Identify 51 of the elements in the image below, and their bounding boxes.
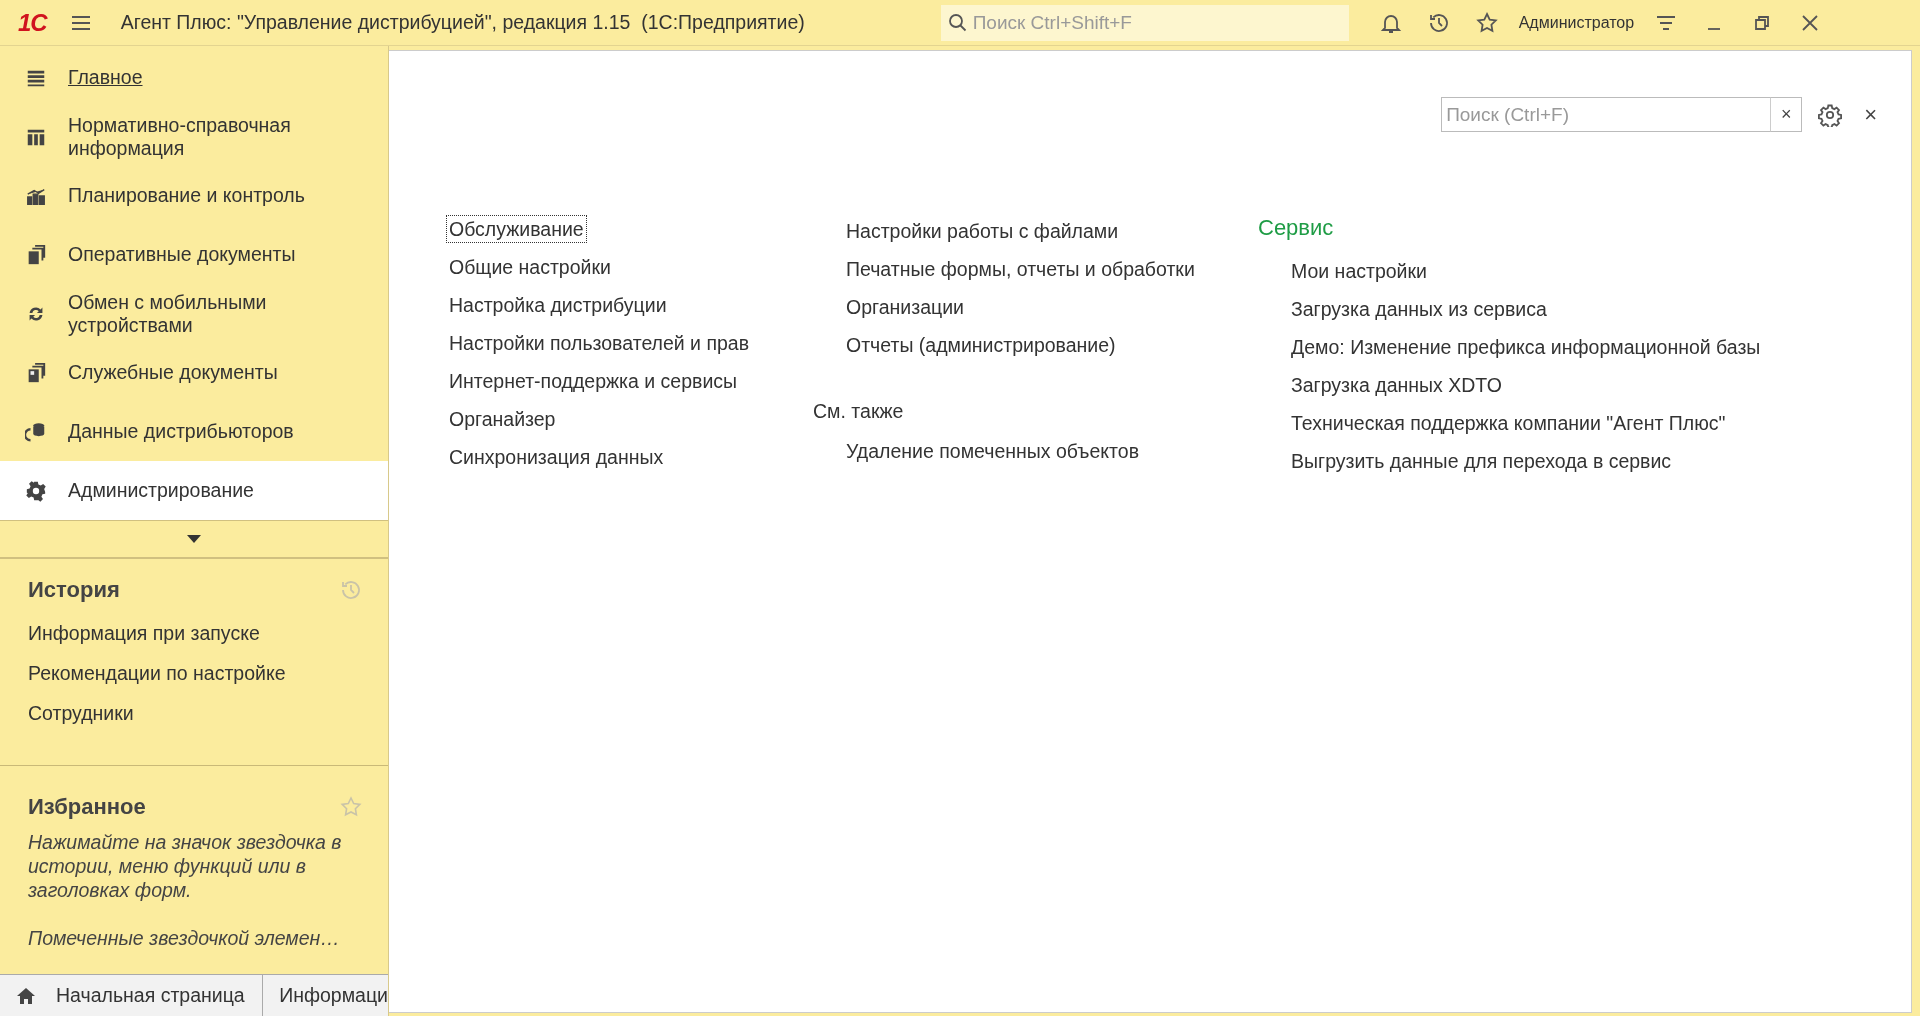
gear-icon <box>25 479 47 502</box>
menu-link[interactable]: Органайзер <box>447 406 558 444</box>
menu-link[interactable]: Демо: Изменение префикса информационной базы <box>1289 334 1763 372</box>
dropdown-arrow-icon <box>187 534 201 543</box>
menu-link[interactable]: Синхронизация данных <box>447 444 666 482</box>
database-sync-icon <box>25 420 47 443</box>
open-window-tab[interactable]: Начальная страница <box>0 975 264 1016</box>
section-heading: Избранное <box>28 794 146 821</box>
clear-button[interactable]: × <box>1770 97 1803 132</box>
close-button[interactable]: × <box>1860 101 1881 128</box>
menu-link[interactable]: Настройки работы с файлами <box>844 218 1121 256</box>
menu-link[interactable]: Техническая поддержка компании "Агент Плюс" <box>1289 410 1728 448</box>
group-heading: Сервис <box>1258 216 1334 242</box>
search-icon <box>947 12 968 33</box>
user-name[interactable]: Администратор <box>1518 13 1635 32</box>
menu-link[interactable]: Мои настройки <box>1289 258 1429 296</box>
menu-link[interactable]: Обслуживание <box>447 216 586 242</box>
menu-link[interactable]: Отчеты (администрирование) <box>844 332 1118 370</box>
menu-link[interactable]: Интернет-поддержка и сервисы <box>447 368 740 406</box>
section-item[interactable]: Нормативно-справочная информация <box>0 107 388 166</box>
group-heading: См. также <box>813 400 904 424</box>
section-item[interactable]: Данные дистрибьюторов <box>0 402 388 461</box>
menu-link[interactable]: Выгрузить данные для перехода в сервис <box>1289 448 1674 486</box>
menu-link[interactable]: Загрузка данных из сервиса <box>1289 296 1549 334</box>
hint-text: Помеченные звездочкой элемен… <box>28 926 341 951</box>
menu-link[interactable]: Общие настройки <box>447 254 613 292</box>
search-field[interactable]: Поиск Ctrl+Shift+F <box>940 4 1349 41</box>
star-icon[interactable] <box>1474 10 1499 35</box>
menu-link[interactable]: Печатные формы, отчеты и обработки <box>844 256 1197 294</box>
section-item[interactable]: Обмен с мобильными устройствами <box>0 284 388 343</box>
history-link[interactable]: Сотрудники <box>28 692 363 733</box>
history-link[interactable]: Рекомендации по настройке <box>28 652 363 693</box>
menu-link[interactable]: Организации <box>844 294 966 332</box>
history-link[interactable]: Информация при запуске <box>28 612 363 653</box>
menu-link[interactable]: Загрузка данных XDTO <box>1289 372 1505 410</box>
home-icon <box>16 985 36 1006</box>
menu-link[interactable]: Настройки пользователей и прав <box>447 330 752 368</box>
app-logo: 1С <box>18 8 47 37</box>
hint-text: Нажимайте на значок звездочка в истории, меню функций или в заголовках форм. <box>28 830 343 903</box>
section-item[interactable]: Главное <box>0 48 388 107</box>
open-window-tab[interactable]: Информаци <box>263 975 388 1016</box>
window-title: Агент Плюс: "Управление дистрибуцией", редакция 1.15 (1С:Предприятие) <box>120 11 806 34</box>
menu-link[interactable]: Настройка дистрибуции <box>447 292 669 330</box>
settings-icon[interactable] <box>1818 102 1843 127</box>
menu-link[interactable]: Удаление помеченных объектов <box>844 438 1142 476</box>
section-item[interactable]: Оперативные документы <box>0 225 388 284</box>
section-item[interactable]: Планирование и контроль <box>0 166 388 225</box>
section-item[interactable]: Служебные документы <box>0 343 388 402</box>
search-field[interactable]: Поиск (Ctrl+F) <box>1441 97 1772 132</box>
section-heading: История <box>28 576 120 603</box>
section-item[interactable]: Администрирование <box>0 461 388 520</box>
